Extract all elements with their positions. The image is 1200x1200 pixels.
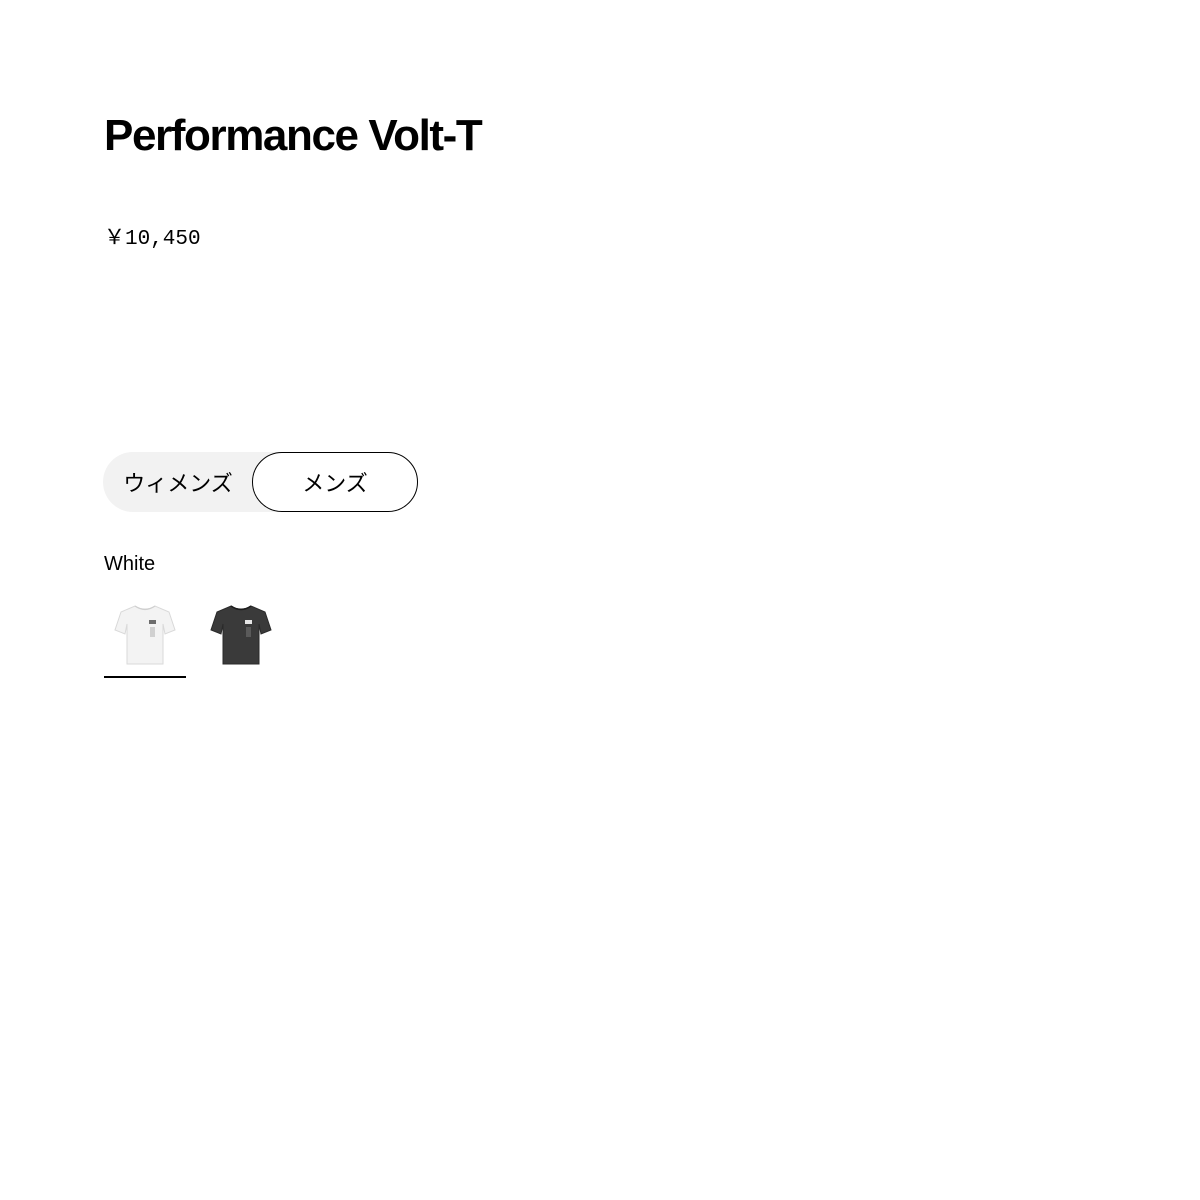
selected-swatch-indicator — [104, 676, 186, 678]
white-tshirt-thumbnail-icon — [114, 605, 176, 665]
gender-option-womens[interactable]: ウィメンズ — [103, 452, 253, 512]
product-title: Performance Volt-T — [104, 111, 483, 160]
product-price: ￥10,450 — [104, 228, 201, 251]
gender-option-mens[interactable]: メンズ — [252, 452, 418, 512]
color-swatch-white[interactable] — [104, 594, 186, 678]
product-page: Performance Volt-T ￥10,450 ウィメンズ メンズ Whi… — [0, 0, 1200, 1200]
charcoal-tshirt-thumbnail-icon — [210, 605, 272, 665]
gender-toggle: ウィメンズ メンズ — [103, 452, 418, 512]
selected-color-name: White — [104, 553, 156, 575]
gender-option-mens-label: メンズ — [302, 472, 368, 497]
color-swatch-charcoal[interactable] — [200, 594, 282, 678]
gender-option-womens-label: ウィメンズ — [123, 472, 233, 497]
